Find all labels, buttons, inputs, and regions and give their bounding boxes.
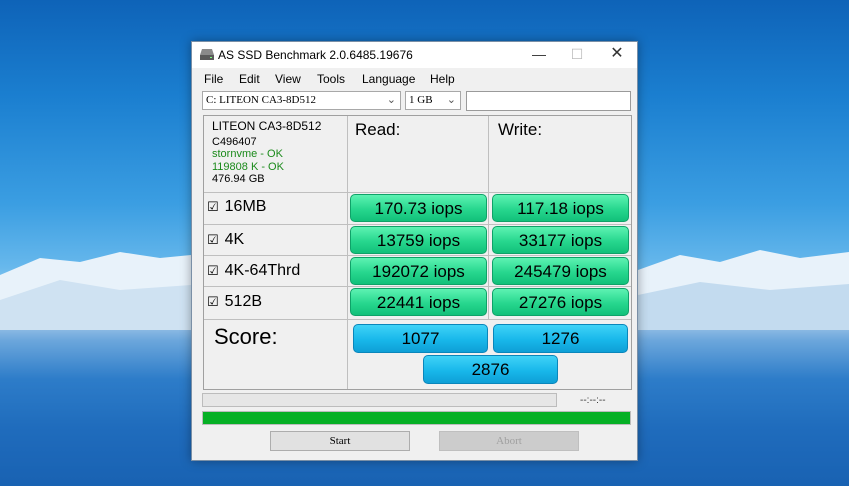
checkbox-checked-icon[interactable]: ☑ [207,264,219,279]
write-result-512b: 27276 iops [492,288,629,316]
test-16mb[interactable]: ☑ 16MB [207,198,266,216]
total-score: 2876 [423,355,558,384]
start-button[interactable]: Start [270,431,410,451]
window-title: AS SSD Benchmark 2.0.6485.19676 [218,48,413,62]
write-header: Write: [498,120,543,139]
menu-edit[interactable]: Edit [239,72,260,86]
test-512b[interactable]: ☑ 512B [207,293,262,311]
test-label: 4K [224,231,245,248]
drive-model: LITEON CA3-8D512 [212,119,322,133]
elapsed-time: --:--:-- [580,395,606,406]
minimize-button[interactable]: — [519,42,559,68]
write-result-4k: 33177 iops [492,226,629,254]
test-label: 4K-64Thrd [224,262,301,279]
drive-firmware: C496407 [212,135,257,148]
read-score: 1077 [353,324,488,353]
size-select-value: 1 GB [409,94,433,106]
app-window: AS SSD Benchmark 2.0.6485.19676 — ☐ ✕ Fi… [191,41,638,461]
drive-select[interactable]: C: LITEON CA3-8D512 ⌄ [202,91,401,110]
chevron-down-icon: ⌄ [386,93,396,106]
score-label: Score: [214,324,278,349]
overall-progress-bar [202,411,631,425]
read-result-16mb: 170.73 iops [350,194,487,222]
checkbox-checked-icon[interactable]: ☑ [207,200,219,215]
test-progress-bar [202,393,557,407]
read-header: Read: [355,120,401,139]
alignment-status: 119808 K - OK [212,160,284,173]
abort-button[interactable]: Abort [439,431,579,451]
maximize-button[interactable]: ☐ [557,42,597,68]
test-label: 512B [224,293,263,310]
menu-bar: File Edit View Tools Language Help [192,69,637,89]
drive-capacity: 476.94 GB [212,173,265,185]
close-button[interactable]: ✕ [597,42,637,68]
write-score: 1276 [493,324,628,353]
read-result-512b: 22441 iops [350,288,487,316]
read-result-4k-64thrd: 192072 iops [350,257,487,285]
drive-icon [200,49,214,60]
checkbox-checked-icon[interactable]: ☑ [207,233,219,248]
results-grid: LITEON CA3-8D512 C496407 stornvme - OK 1… [203,115,632,390]
write-result-16mb: 117.18 iops [492,194,629,222]
size-select[interactable]: 1 GB ⌄ [405,91,461,110]
menu-language[interactable]: Language [362,72,415,86]
test-4k-64thrd[interactable]: ☑ 4K-64Thrd [207,262,300,280]
menu-view[interactable]: View [275,72,301,86]
overall-progress-fill [203,412,630,424]
menu-help[interactable]: Help [430,72,455,86]
write-result-4k-64thrd: 245479 iops [492,257,629,285]
read-result-4k: 13759 iops [350,226,487,254]
test-label: 16MB [224,198,267,215]
name-input[interactable] [466,91,631,111]
driver-status: stornvme - OK [212,148,283,160]
checkbox-checked-icon[interactable]: ☑ [207,295,219,310]
drive-select-value: C: LITEON CA3-8D512 [206,94,316,106]
title-bar: AS SSD Benchmark 2.0.6485.19676 — ☐ ✕ [192,42,637,68]
test-4k[interactable]: ☑ 4K [207,231,244,249]
chevron-down-icon: ⌄ [446,93,456,106]
menu-file[interactable]: File [204,72,223,86]
drive-info: LITEON CA3-8D512 C496407 stornvme - OK 1… [212,120,321,186]
menu-tools[interactable]: Tools [317,72,345,86]
